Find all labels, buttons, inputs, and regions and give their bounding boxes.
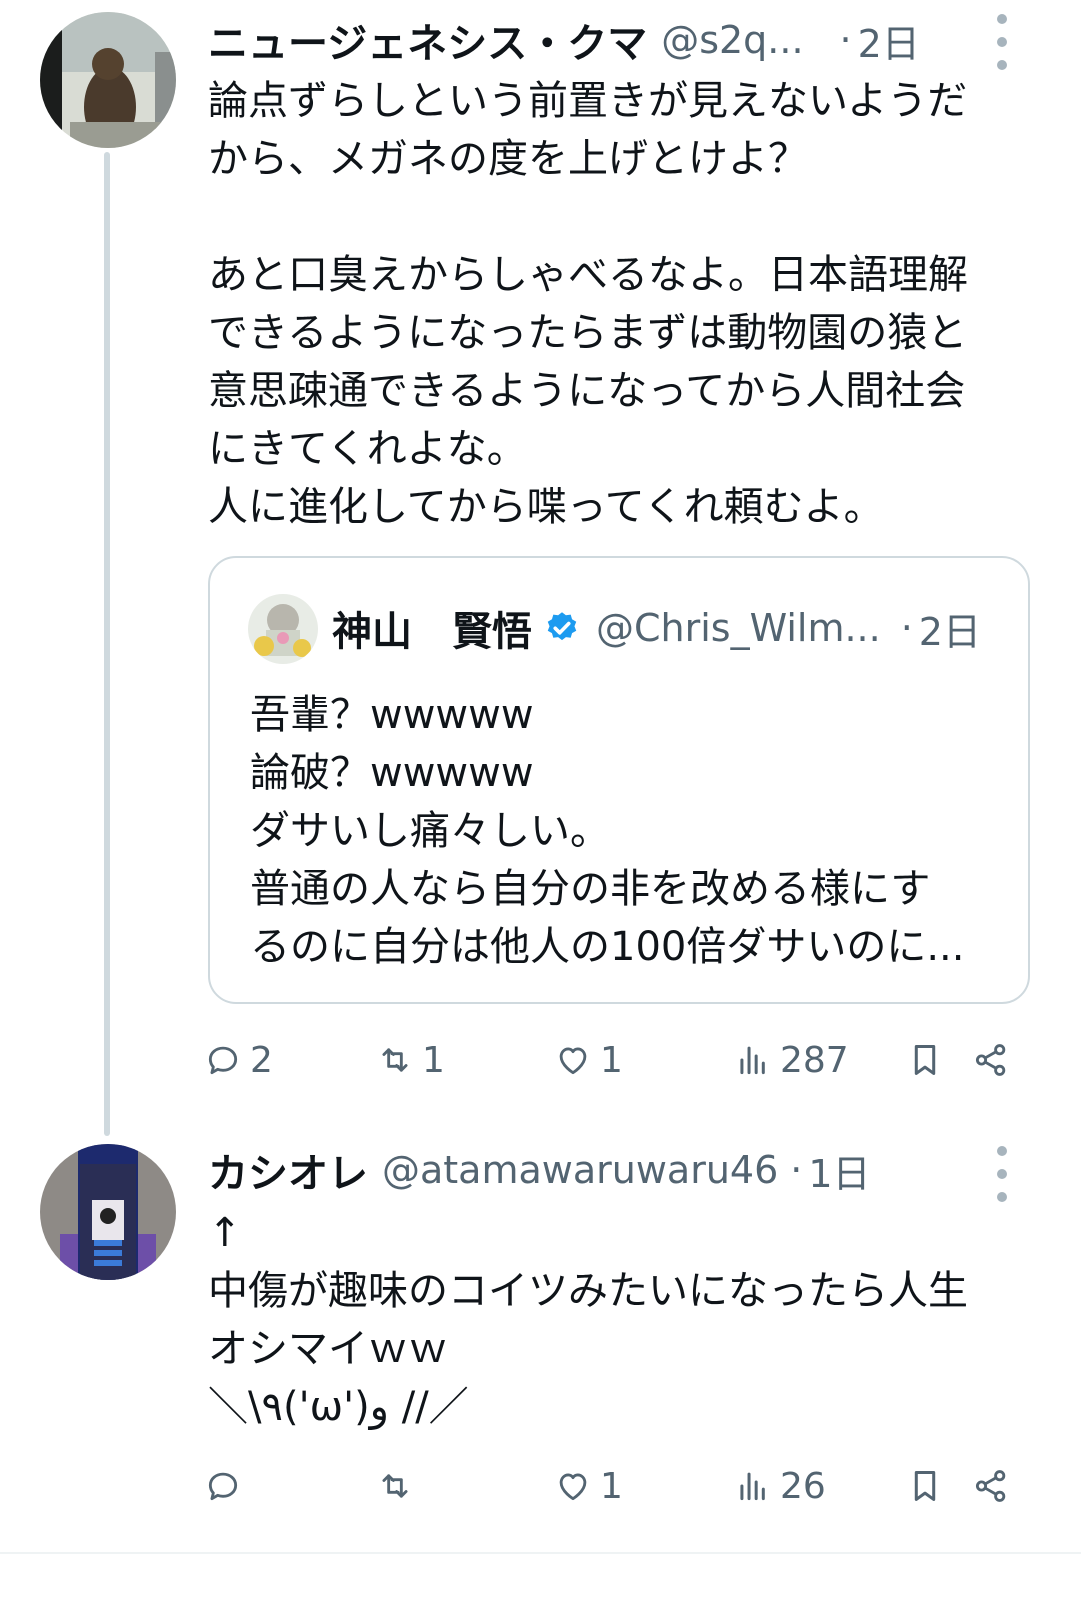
post1-action-bar: 2 1 1 287 xyxy=(0,1030,1081,1090)
bookmark-button[interactable] xyxy=(906,1456,944,1516)
reply-button[interactable] xyxy=(204,1456,250,1516)
like-button[interactable]: 1 xyxy=(554,1030,623,1090)
reply-icon xyxy=(208,1046,238,1075)
views-icon xyxy=(740,1046,765,1075)
views-button[interactable]: 287 xyxy=(734,1030,849,1090)
post1-author-handle[interactable]: @s2q... xyxy=(661,18,803,62)
views-count: 26 xyxy=(780,1465,826,1507)
reply-count: 2 xyxy=(250,1039,273,1081)
like-icon xyxy=(559,1047,587,1075)
separator-dot: · xyxy=(790,1148,803,1192)
post1-author-name[interactable]: ニュージェネシス・クマ xyxy=(208,11,647,69)
quoted-author-handle: @Chris_Wilm... xyxy=(596,606,881,650)
post1-text: 論点ずらしという前置きが見えないようだ から、メガネの度を上げとけよ？ あと口臭… xyxy=(208,78,968,530)
thread-connector xyxy=(104,152,110,1136)
share-icon xyxy=(975,1044,1006,1076)
separator-dot: · xyxy=(839,18,852,62)
share-button[interactable] xyxy=(972,1030,1010,1090)
reply-icon xyxy=(208,1472,238,1501)
reply-button[interactable]: 2 xyxy=(204,1030,273,1090)
post1-timestamp[interactable]: 2日 xyxy=(858,13,920,68)
quoted-avatar xyxy=(248,594,318,664)
post1-header: ニュージェネシス・クマ @s2q... · 2日 xyxy=(208,10,920,70)
retweet-button[interactable]: 1 xyxy=(376,1030,445,1090)
retweet-icon xyxy=(382,1474,408,1498)
post1-more-icon[interactable] xyxy=(992,14,1012,70)
retweet-count: 1 xyxy=(422,1039,445,1081)
views-button[interactable]: 26 xyxy=(734,1456,826,1516)
like-count: 1 xyxy=(600,1039,623,1081)
post2-text: ↑ 中傷が趣味のコイツみたいになったら人生 オシマイｗｗ ＼\٩('ω')و /… xyxy=(208,1210,968,1430)
avatar-post2[interactable] xyxy=(40,1144,176,1280)
like-button[interactable]: 1 xyxy=(554,1456,623,1516)
views-count: 287 xyxy=(780,1039,849,1081)
bookmark-button[interactable] xyxy=(906,1030,944,1090)
like-count: 1 xyxy=(600,1465,623,1507)
post2-action-bar: 1 26 xyxy=(0,1456,1081,1516)
post2-author-handle[interactable]: @atamawaruwaru46 xyxy=(382,1148,778,1192)
quoted-timestamp: 2日 xyxy=(918,609,981,654)
tweet-thread: ニュージェネシス・クマ @s2q... · 2日 論点ずらしという前置きが見えな… xyxy=(0,0,1081,1606)
post2-more-icon[interactable] xyxy=(992,1146,1012,1202)
like-icon xyxy=(559,1473,587,1501)
bookmark-icon xyxy=(914,1045,936,1075)
post2-header: カシオレ @atamawaruwaru46 · 1日 xyxy=(208,1140,871,1200)
share-icon xyxy=(975,1470,1006,1502)
quoted-header: 神山 賢悟 @Chris_Wilm... · 2日 xyxy=(332,598,981,658)
divider xyxy=(0,1552,1081,1554)
verified-badge-icon xyxy=(547,612,577,641)
separator-dot: · xyxy=(900,606,913,650)
post2-author-name[interactable]: カシオレ xyxy=(208,1141,368,1199)
share-button[interactable] xyxy=(972,1456,1010,1516)
avatar-post1[interactable] xyxy=(40,12,176,148)
quoted-author-name: 神山 賢悟 xyxy=(332,609,532,655)
quoted-tweet[interactable]: 神山 賢悟 @Chris_Wilm... · 2日 吾輩？wwwww 論破？ww… xyxy=(208,556,1030,1004)
quoted-text: 吾輩？wwwww 論破？wwwww ダサいし痛々しい。 普通の人なら自分の非を改… xyxy=(250,692,965,970)
post2-timestamp[interactable]: 1日 xyxy=(808,1143,870,1198)
bookmark-icon xyxy=(914,1471,936,1501)
views-icon xyxy=(740,1472,765,1501)
retweet-button[interactable] xyxy=(376,1456,422,1516)
retweet-icon xyxy=(382,1048,408,1072)
